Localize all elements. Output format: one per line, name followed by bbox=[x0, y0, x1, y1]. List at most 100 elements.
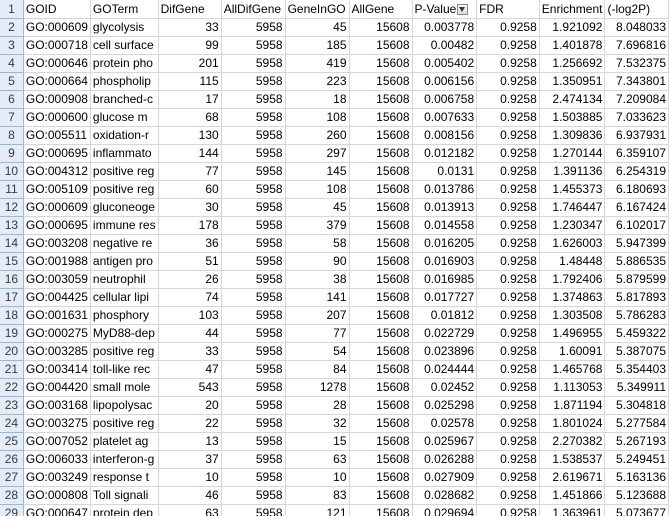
table-cell[interactable]: 0.0131 bbox=[412, 162, 478, 181]
table-cell[interactable]: 0.013913 bbox=[412, 198, 478, 217]
table-cell[interactable]: cell surface bbox=[90, 36, 159, 55]
table-cell[interactable]: 28 bbox=[285, 396, 350, 415]
table-cell[interactable]: 2.270382 bbox=[539, 432, 606, 451]
row-number[interactable]: 3 bbox=[0, 36, 24, 55]
table-cell[interactable]: 5.354403 bbox=[604, 360, 669, 379]
table-cell[interactable]: 15608 bbox=[349, 216, 413, 235]
table-cell[interactable]: 30 bbox=[158, 198, 222, 217]
table-cell[interactable]: 0.9258 bbox=[476, 198, 540, 217]
table-cell[interactable]: 0.9258 bbox=[476, 270, 540, 289]
table-cell[interactable]: 5958 bbox=[221, 108, 286, 127]
table-cell[interactable]: lipopolysac bbox=[90, 396, 159, 415]
table-cell[interactable]: 144 bbox=[158, 144, 222, 163]
table-cell[interactable]: 7.532375 bbox=[604, 54, 669, 73]
table-cell[interactable]: 5958 bbox=[221, 72, 286, 91]
table-cell[interactable]: 0.9258 bbox=[476, 18, 540, 37]
table-cell[interactable]: 0.9258 bbox=[476, 450, 540, 469]
row-number[interactable]: 11 bbox=[0, 180, 24, 199]
table-cell[interactable]: 1278 bbox=[285, 378, 350, 397]
table-cell[interactable]: 1.391136 bbox=[539, 162, 606, 181]
spreadsheet-grid[interactable]: 1 GOID GOTerm DifGene AllDifGene GeneInGO AllG… bbox=[0, 0, 669, 516]
table-cell[interactable]: 74 bbox=[158, 288, 222, 307]
table-cell[interactable]: 47 bbox=[158, 360, 222, 379]
table-cell[interactable]: 5958 bbox=[221, 504, 286, 516]
table-cell[interactable]: 6.937931 bbox=[604, 126, 669, 145]
table-cell[interactable]: GO:005109 bbox=[23, 180, 91, 199]
table-cell[interactable]: gluconeoge bbox=[90, 198, 159, 217]
table-cell[interactable]: 5.277584 bbox=[604, 414, 669, 433]
table-cell[interactable]: 36 bbox=[158, 234, 222, 253]
row-number[interactable]: 10 bbox=[0, 162, 24, 181]
row-number[interactable]: 22 bbox=[0, 378, 24, 397]
table-cell[interactable]: 115 bbox=[158, 72, 222, 91]
table-cell[interactable]: 5.163136 bbox=[604, 468, 669, 487]
table-cell[interactable]: 7.696816 bbox=[604, 36, 669, 55]
table-cell[interactable]: phosphory bbox=[90, 306, 159, 325]
table-cell[interactable]: GO:000609 bbox=[23, 18, 91, 37]
table-cell[interactable]: 1.374863 bbox=[539, 288, 606, 307]
table-cell[interactable]: 15608 bbox=[349, 270, 413, 289]
table-cell[interactable]: oxidation-r bbox=[90, 126, 159, 145]
table-cell[interactable]: GO:001988 bbox=[23, 252, 91, 271]
table-cell[interactable]: 15608 bbox=[349, 252, 413, 271]
table-cell[interactable]: 0.005402 bbox=[412, 54, 478, 73]
table-cell[interactable]: 0.006156 bbox=[412, 72, 478, 91]
table-cell[interactable]: 6.102017 bbox=[604, 216, 669, 235]
table-cell[interactable]: interferon-g bbox=[90, 450, 159, 469]
table-cell[interactable]: 7.033623 bbox=[604, 108, 669, 127]
table-cell[interactable]: 15608 bbox=[349, 306, 413, 325]
table-cell[interactable]: 84 bbox=[285, 360, 350, 379]
table-cell[interactable]: 10 bbox=[285, 468, 350, 487]
table-cell[interactable]: 5.947399 bbox=[604, 234, 669, 253]
table-cell[interactable]: GO:000609 bbox=[23, 198, 91, 217]
table-cell[interactable]: 1.256692 bbox=[539, 54, 606, 73]
table-cell[interactable]: positive reg bbox=[90, 342, 159, 361]
table-cell[interactable]: phospholip bbox=[90, 72, 159, 91]
table-cell[interactable]: 5958 bbox=[221, 288, 286, 307]
table-cell[interactable]: 5.817893 bbox=[604, 288, 669, 307]
table-cell[interactable]: 1.503885 bbox=[539, 108, 606, 127]
table-cell[interactable]: 0.017727 bbox=[412, 288, 478, 307]
row-number[interactable]: 8 bbox=[0, 126, 24, 145]
row-number[interactable]: 26 bbox=[0, 450, 24, 469]
table-cell[interactable]: 15608 bbox=[349, 18, 413, 37]
row-number[interactable]: 16 bbox=[0, 270, 24, 289]
table-cell[interactable]: 15608 bbox=[349, 432, 413, 451]
table-cell[interactable]: GO:000275 bbox=[23, 324, 91, 343]
table-cell[interactable]: 15608 bbox=[349, 126, 413, 145]
table-cell[interactable]: 121 bbox=[285, 504, 350, 516]
table-cell[interactable]: 15608 bbox=[349, 468, 413, 487]
table-cell[interactable]: 15608 bbox=[349, 72, 413, 91]
table-cell[interactable]: 5.886535 bbox=[604, 252, 669, 271]
table-cell[interactable]: 0.9258 bbox=[476, 72, 540, 91]
row-number[interactable]: 29 bbox=[0, 504, 24, 516]
table-cell[interactable]: 17 bbox=[158, 90, 222, 109]
table-cell[interactable]: 15608 bbox=[349, 36, 413, 55]
table-cell[interactable]: 5958 bbox=[221, 378, 286, 397]
table-cell[interactable]: 5.267193 bbox=[604, 432, 669, 451]
table-cell[interactable]: 0.023896 bbox=[412, 342, 478, 361]
table-cell[interactable]: 77 bbox=[158, 162, 222, 181]
row-number[interactable]: 1 bbox=[0, 0, 24, 19]
table-cell[interactable]: 38 bbox=[285, 270, 350, 289]
table-cell[interactable]: 15608 bbox=[349, 414, 413, 433]
table-cell[interactable]: 0.013786 bbox=[412, 180, 478, 199]
table-cell[interactable]: 5958 bbox=[221, 432, 286, 451]
table-cell[interactable]: 185 bbox=[285, 36, 350, 55]
table-cell[interactable]: platelet ag bbox=[90, 432, 159, 451]
table-cell[interactable]: 0.02452 bbox=[412, 378, 478, 397]
table-cell[interactable]: 15 bbox=[285, 432, 350, 451]
table-cell[interactable]: 379 bbox=[285, 216, 350, 235]
table-cell[interactable]: 63 bbox=[285, 450, 350, 469]
table-cell[interactable]: 1.921092 bbox=[539, 18, 606, 37]
table-cell[interactable]: 5.249451 bbox=[604, 450, 669, 469]
row-number[interactable]: 2 bbox=[0, 18, 24, 37]
table-cell[interactable]: small mole bbox=[90, 378, 159, 397]
table-cell[interactable]: 5.879599 bbox=[604, 270, 669, 289]
table-cell[interactable]: GO:000664 bbox=[23, 72, 91, 91]
table-cell[interactable]: 130 bbox=[158, 126, 222, 145]
table-cell[interactable]: 0.9258 bbox=[476, 396, 540, 415]
table-cell[interactable]: 5958 bbox=[221, 180, 286, 199]
table-cell[interactable]: 22 bbox=[158, 414, 222, 433]
table-cell[interactable]: 18 bbox=[285, 90, 350, 109]
